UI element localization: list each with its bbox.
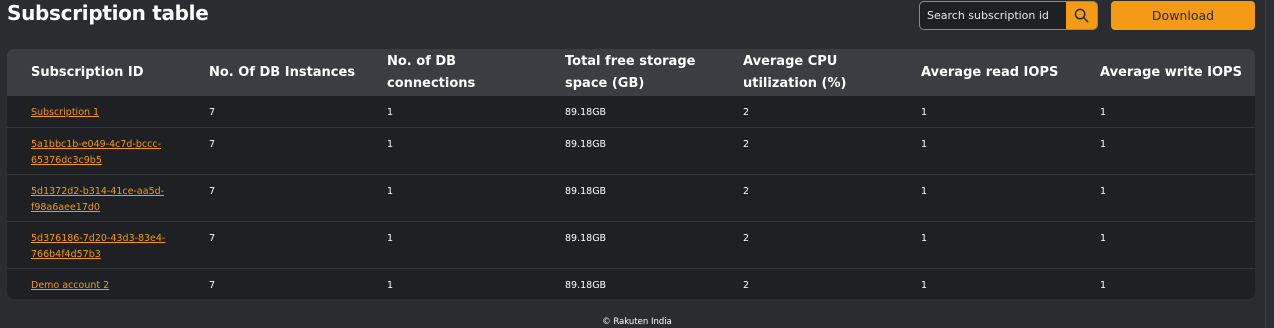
text-line: space (GB) bbox=[565, 75, 645, 91]
cell-write-iops: 1 bbox=[1100, 185, 1107, 197]
cell-cpu: 2 bbox=[743, 279, 750, 291]
table-row: Demo account 2 7 1 89.18GB 2 1 1 bbox=[7, 268, 1255, 299]
page-scrollbar[interactable] bbox=[1265, 0, 1274, 328]
cell-read-iops: 1 bbox=[921, 279, 928, 291]
text-line: 5a1bbc1b-e049-4c7d-bccc- bbox=[31, 138, 161, 150]
cell-storage: 89.18GB bbox=[565, 279, 607, 291]
table-row: Subscription 1 7 1 89.18GB 2 1 1 bbox=[7, 96, 1255, 127]
cell-instances: 7 bbox=[209, 232, 216, 244]
cell-storage: 89.18GB bbox=[565, 107, 607, 118]
column-header-cpu-utilization: Average CPU utilization (%) bbox=[719, 49, 897, 96]
column-header-write-iops: Average write IOPS bbox=[1076, 49, 1255, 96]
cell-cpu: 2 bbox=[743, 107, 750, 118]
text-line: Subscription 1 bbox=[31, 107, 100, 118]
cell-storage: 89.18GB bbox=[565, 185, 607, 197]
cell-cpu: 2 bbox=[743, 138, 750, 150]
cell-read-iops: 1 bbox=[921, 232, 928, 244]
text-line: Average CPU bbox=[743, 53, 838, 69]
search-button[interactable] bbox=[1066, 2, 1097, 29]
text-line: Total free storage bbox=[565, 53, 696, 69]
column-header-read-iops: Average read IOPS bbox=[897, 49, 1076, 96]
cell-cpu: 2 bbox=[743, 185, 750, 197]
download-button[interactable]: Download bbox=[1111, 1, 1255, 30]
cell-connections: 1 bbox=[387, 185, 394, 197]
table-row: 5a1bbc1b-e049-4c7d-bccc- 65376dc3c9b5 7 1 89… bbox=[7, 127, 1255, 174]
text-line: Average read IOPS bbox=[921, 64, 1059, 80]
page: Subscription table Download Subscription… bbox=[0, 0, 1274, 328]
table-row: 5d376186-7d20-43d3-83e4- 766b4f4d57b3 7 1 89… bbox=[7, 221, 1255, 268]
footer-copyright: © Rakuten India bbox=[602, 317, 672, 327]
search-icon bbox=[1074, 8, 1089, 23]
text-line: 65376dc3c9b5 bbox=[31, 154, 102, 166]
text-line: Average write IOPS bbox=[1100, 64, 1242, 80]
column-header-free-storage: Total free storage space (GB) bbox=[541, 49, 719, 96]
text-line: 766b4f4d57b3 bbox=[31, 248, 101, 260]
text-line: Subscription ID bbox=[31, 64, 144, 80]
cell-read-iops: 1 bbox=[921, 185, 928, 197]
text-line: No. of DB connections bbox=[387, 53, 476, 91]
cell-write-iops: 1 bbox=[1100, 279, 1107, 291]
text-line: 5d1372d2-b314-41ce-aa5d- bbox=[31, 185, 165, 197]
text-line: f98a6aee17d0 bbox=[31, 201, 100, 213]
subscription-link[interactable]: Subscription 1 bbox=[31, 105, 99, 121]
cell-connections: 1 bbox=[387, 107, 394, 118]
column-header-db-connections: No. of DB connections bbox=[363, 49, 541, 96]
subscription-link[interactable]: 5d376186-7d20-43d3-83e4- 766b4f4d57b3 bbox=[31, 231, 165, 263]
cell-write-iops: 1 bbox=[1100, 107, 1107, 118]
table-row: 5d1372d2-b314-41ce-aa5d-f98a6aee17d0 7 1 89… bbox=[7, 174, 1255, 221]
cell-write-iops: 1 bbox=[1100, 232, 1107, 244]
cell-instances: 7 bbox=[209, 279, 216, 291]
text-line: utilization (%) bbox=[743, 75, 847, 91]
cell-connections: 1 bbox=[387, 232, 394, 244]
table-body: Subscription 1 7 1 89.18GB 2 1 1 5a1bbc1b-e049-… bbox=[7, 96, 1255, 299]
search-input[interactable] bbox=[920, 2, 1066, 29]
cell-connections: 1 bbox=[387, 138, 394, 150]
text-line: No. Of DB Instances bbox=[209, 64, 356, 80]
cell-subscription-id: 5d1372d2-b314-41ce-aa5d-f98a6aee17d0 bbox=[7, 174, 185, 221]
cell-connections: 1 bbox=[387, 279, 394, 291]
cell-read-iops: 1 bbox=[921, 107, 928, 118]
text-line: Demo account 2 bbox=[31, 279, 110, 291]
subscription-table: Subscription ID No. Of DB Instances No. of… bbox=[7, 49, 1255, 299]
column-header-db-instances: No. Of DB Instances bbox=[185, 49, 363, 96]
cell-instances: 7 bbox=[209, 107, 216, 118]
subscription-link[interactable]: 5d1372d2-b314-41ce-aa5d-f98a6aee17d0 bbox=[31, 184, 164, 216]
search-box bbox=[919, 1, 1098, 30]
cell-instances: 7 bbox=[209, 185, 216, 197]
cell-instances: 7 bbox=[209, 138, 216, 150]
cell-subscription-id: 5a1bbc1b-e049-4c7d-bccc- 65376dc3c9b5 bbox=[7, 127, 185, 174]
text-line: 5d376186-7d20-43d3-83e4- bbox=[31, 232, 166, 244]
cell-storage: 89.18GB bbox=[565, 138, 607, 150]
cell-storage: 89.18GB bbox=[565, 232, 607, 244]
page-title: Subscription table bbox=[7, 1, 209, 25]
cell-write-iops: 1 bbox=[1100, 138, 1107, 150]
table-header-row: Subscription ID No. Of DB Instances No. of… bbox=[7, 49, 1255, 96]
subscription-link[interactable]: Demo account 2 bbox=[31, 278, 109, 294]
cell-read-iops: 1 bbox=[921, 138, 928, 150]
cell-subscription-id: Subscription 1 bbox=[7, 96, 185, 127]
column-header-subscription-id: Subscription ID bbox=[7, 49, 185, 96]
subscription-link[interactable]: 5a1bbc1b-e049-4c7d-bccc- 65376dc3c9b5 bbox=[31, 137, 161, 169]
cell-subscription-id: 5d376186-7d20-43d3-83e4- 766b4f4d57b3 bbox=[7, 221, 185, 268]
cell-subscription-id: Demo account 2 bbox=[7, 268, 185, 299]
cell-cpu: 2 bbox=[743, 232, 750, 244]
